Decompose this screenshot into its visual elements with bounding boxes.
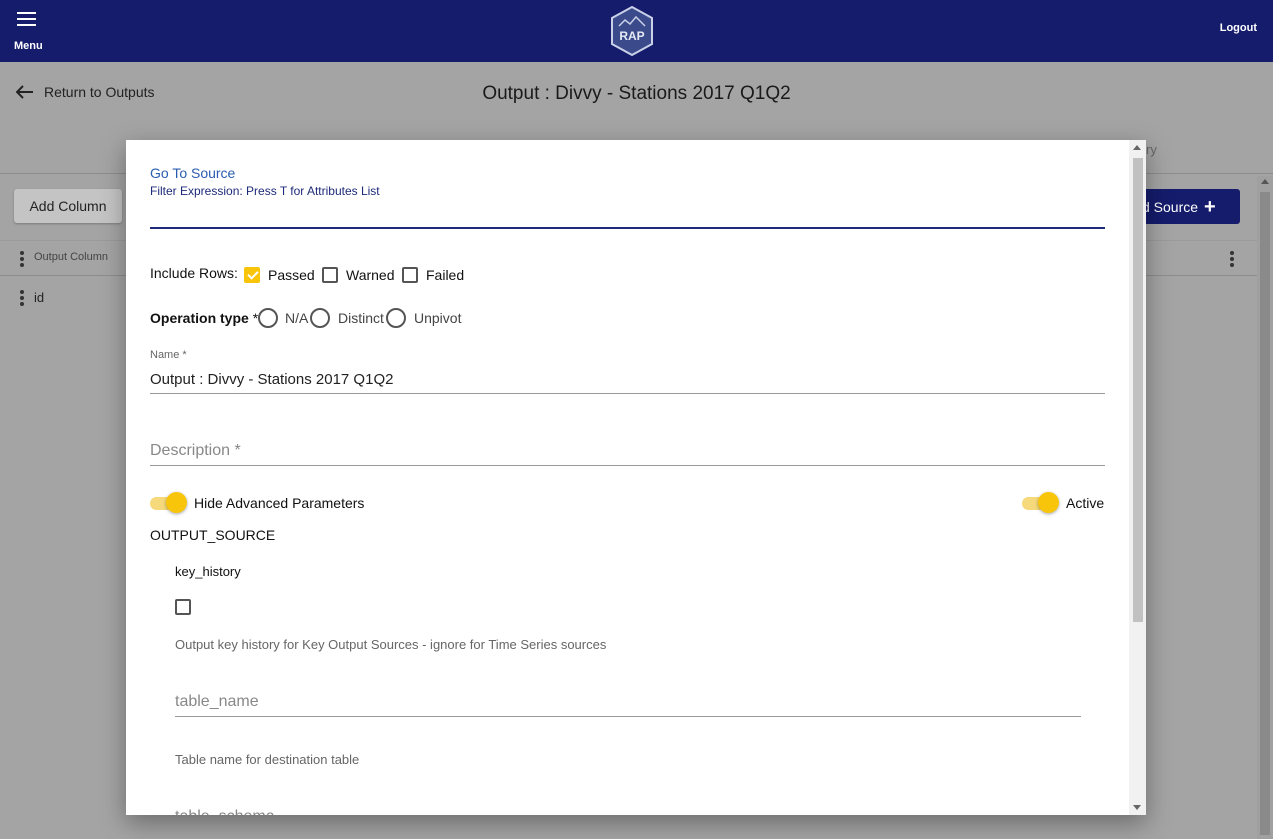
plus-icon: + bbox=[1204, 195, 1216, 218]
logout-button[interactable]: Logout bbox=[1220, 22, 1257, 34]
output-source-heading: OUTPUT_SOURCE bbox=[150, 527, 276, 543]
page-scrollbar[interactable] bbox=[1257, 176, 1273, 839]
add-source-label: d Source bbox=[1142, 198, 1199, 215]
key-history-label: key_history bbox=[175, 564, 241, 579]
radio-na-label: N/A bbox=[285, 310, 309, 326]
row-menu-icon[interactable] bbox=[20, 290, 24, 306]
passed-label: Passed bbox=[268, 267, 315, 283]
hide-advanced-toggle[interactable] bbox=[150, 492, 187, 513]
warned-checkbox[interactable] bbox=[322, 267, 338, 283]
operation-type-text: Operation type bbox=[150, 310, 249, 326]
key-history-checkbox[interactable] bbox=[175, 599, 191, 615]
table-row[interactable]: id bbox=[34, 290, 44, 305]
page-title: Output : Divvy - Stations 2017 Q1Q2 bbox=[482, 83, 791, 104]
table-name-input[interactable] bbox=[175, 687, 1081, 717]
table-name-hint: Table name for destination table bbox=[175, 752, 360, 767]
scroll-thumb[interactable] bbox=[1133, 158, 1143, 622]
radio-na[interactable] bbox=[258, 308, 278, 328]
logo-text: RAP bbox=[619, 29, 644, 43]
hide-advanced-label: Hide Advanced Parameters bbox=[194, 495, 365, 511]
menu-label: Menu bbox=[14, 40, 43, 52]
active-label: Active bbox=[1066, 495, 1105, 511]
radio-unpivot[interactable] bbox=[386, 308, 406, 328]
output-column-header: Output Column bbox=[34, 251, 108, 263]
scroll-up-icon[interactable] bbox=[1261, 179, 1269, 184]
radio-unpivot-label: Unpivot bbox=[414, 310, 462, 326]
failed-checkbox[interactable] bbox=[402, 267, 418, 283]
failed-label: Failed bbox=[426, 267, 465, 283]
radio-distinct-label: Distinct bbox=[338, 310, 384, 326]
name-field-label: Name * bbox=[150, 349, 187, 361]
hamburger-icon bbox=[17, 12, 36, 26]
name-input[interactable] bbox=[150, 366, 1105, 394]
operation-type-label: Operation type * bbox=[150, 310, 258, 326]
tab-history[interactable]: ry bbox=[1146, 142, 1157, 157]
include-rows-label: Include Rows: bbox=[150, 265, 238, 281]
scroll-thumb[interactable] bbox=[1260, 192, 1270, 835]
add-column-button[interactable]: Add Column bbox=[14, 189, 122, 223]
radio-distinct[interactable] bbox=[310, 308, 330, 328]
column-menu-icon[interactable] bbox=[20, 251, 24, 267]
filter-expression-label: Filter Expression: Press T for Attribute… bbox=[150, 184, 380, 198]
grid-menu-icon[interactable] bbox=[1230, 251, 1234, 267]
passed-checkbox[interactable] bbox=[244, 267, 260, 283]
warned-label: Warned bbox=[346, 267, 395, 283]
edit-output-dialog: Go To Source Filter Expression: Press T … bbox=[126, 140, 1146, 815]
go-to-source-link[interactable]: Go To Source bbox=[150, 165, 235, 181]
scroll-down-icon[interactable] bbox=[1133, 805, 1141, 810]
dialog-scrollbar[interactable] bbox=[1129, 140, 1146, 815]
scroll-up-icon[interactable] bbox=[1133, 145, 1141, 150]
rap-logo[interactable]: RAP bbox=[609, 5, 655, 57]
menu-button[interactable]: Menu bbox=[12, 10, 46, 54]
filter-expression-input[interactable] bbox=[150, 198, 1105, 229]
app-bar: Menu RAP Logout bbox=[0, 0, 1273, 62]
add-source-button[interactable]: d Source + bbox=[1130, 189, 1240, 224]
key-history-hint: Output key history for Key Output Source… bbox=[175, 637, 607, 652]
active-toggle[interactable] bbox=[1022, 492, 1059, 513]
table-schema-input[interactable] bbox=[175, 802, 1081, 815]
description-input[interactable] bbox=[150, 436, 1105, 466]
